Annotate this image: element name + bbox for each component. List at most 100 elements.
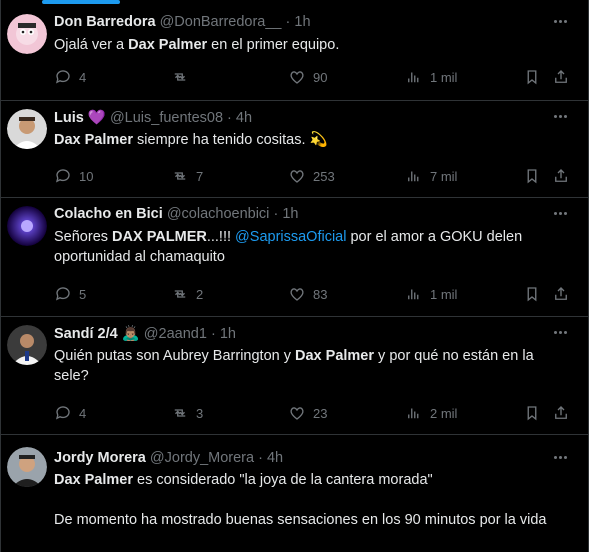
retweet-icon <box>174 409 186 417</box>
reply-count: 10 <box>79 168 94 184</box>
share-icon <box>555 287 567 300</box>
share-button[interactable] <box>552 284 570 304</box>
views-button[interactable]: 1 mil <box>405 67 457 87</box>
timestamp[interactable]: 4h <box>236 110 252 126</box>
reply-count: 5 <box>79 286 87 302</box>
share-button[interactable] <box>552 403 570 423</box>
reply-icon <box>55 406 70 420</box>
avatar[interactable] <box>7 206 47 246</box>
like-button[interactable]: 253 <box>288 166 335 186</box>
retweet-button[interactable]: 3 <box>171 403 203 423</box>
retweet-button[interactable]: 2 <box>171 284 203 304</box>
bookmark-icon <box>527 169 537 184</box>
bookmark-button[interactable] <box>523 166 541 186</box>
tweet-header: Sandí 2/4 🙇🏽‍♂️ @2aand1 · 1h <box>54 325 236 342</box>
handle[interactable]: @Luis_fuentes08 <box>110 110 223 126</box>
name-badge-heart: 💜 <box>87 110 106 126</box>
tweet-text: Ojalá ver a Dax Palmer en el primer equi… <box>54 35 554 55</box>
tweet-text-segment: Dax Palmer <box>295 348 375 364</box>
display-name[interactable]: Don Barredora <box>54 14 156 30</box>
bookmark-icon <box>527 287 537 302</box>
display-name[interactable]: Jordy Morera <box>54 450 146 466</box>
reply-button[interactable]: 5 <box>54 284 86 304</box>
tweet-2[interactable]: Colacho en Bici @colachoenbici · 1h Seño… <box>0 198 588 317</box>
views-count: 1 mil <box>430 69 458 85</box>
tweet-text: Señores DAX PALMER...!!! @SaprissaOficia… <box>54 227 554 267</box>
like-count: 23 <box>313 405 328 421</box>
views-button[interactable]: 2 mil <box>405 403 457 423</box>
tweet-header: Jordy Morera @Jordy_Morera · 4h <box>54 450 283 466</box>
timestamp[interactable]: 1h <box>220 326 236 342</box>
tweet-header: Don Barredora @DonBarredora__ · 1h <box>54 14 311 30</box>
tweet-3[interactable]: Sandí 2/4 🙇🏽‍♂️ @2aand1 · 1h Quién putas… <box>0 317 588 435</box>
more-icon[interactable] <box>554 324 574 342</box>
display-name[interactable]: Colacho en Bici <box>54 206 163 222</box>
tweet-0[interactable]: Don Barredora @DonBarredora__ · 1h Ojalá… <box>0 6 588 101</box>
share-button[interactable] <box>552 166 570 186</box>
reply-button[interactable]: 4 <box>54 403 86 423</box>
retweet-icon <box>174 73 186 81</box>
handle[interactable]: @Jordy_Morera <box>150 450 254 466</box>
retweet-count: 2 <box>196 286 204 302</box>
more-icon[interactable] <box>554 449 574 467</box>
reply-icon <box>55 169 70 183</box>
more-icon[interactable] <box>554 205 574 223</box>
tweet-4[interactable]: Jordy Morera @Jordy_Morera · 4h Dax Palm… <box>0 435 588 552</box>
like-button[interactable]: 23 <box>288 403 327 423</box>
handle[interactable]: @colachoenbici <box>167 206 270 222</box>
like-icon <box>290 407 304 420</box>
tweet-text-segment: Ojalá ver a <box>54 37 129 53</box>
action-bar: 5 2 83 1 mil <box>54 284 574 304</box>
tweet-text: Dax Palmer es considerado "la joya de la… <box>54 470 554 530</box>
like-icon <box>290 170 304 183</box>
tweet-text-segment: siempre ha tenido cositas. 💫 <box>133 132 328 148</box>
separator-dot: · <box>273 206 279 222</box>
avatar[interactable] <box>7 447 47 487</box>
like-count: 83 <box>313 286 328 302</box>
handle[interactable]: @DonBarredora__ <box>160 14 282 30</box>
more-icon[interactable] <box>554 13 574 31</box>
retweet-button[interactable]: 7 <box>171 166 203 186</box>
bookmark-button[interactable] <box>523 284 541 304</box>
bookmark-button[interactable] <box>523 403 541 423</box>
like-button[interactable]: 83 <box>288 284 327 304</box>
tweet-text-segment: Señores <box>54 229 113 245</box>
tweet-text-segment: en el primer equipo. <box>207 37 340 53</box>
avatar[interactable] <box>7 325 47 365</box>
like-button[interactable]: 90 <box>288 67 327 87</box>
more-icon[interactable] <box>554 108 574 126</box>
separator-dot: · <box>227 110 232 126</box>
reply-button[interactable]: 10 <box>54 166 93 186</box>
reply-count: 4 <box>79 69 87 85</box>
tweet-1[interactable]: Luis 💜 @Luis_fuentes08 · 4h Dax Palmer s… <box>0 101 588 198</box>
timestamp[interactable]: 1h <box>282 206 298 222</box>
avatar[interactable] <box>7 14 47 54</box>
avatar[interactable] <box>7 109 47 149</box>
tweet-text-segment: ...!!! <box>206 229 236 245</box>
share-icon <box>555 169 567 182</box>
handle[interactable]: @2aand1 <box>144 326 207 342</box>
action-bar: 10 7 253 7 mil <box>54 166 574 186</box>
views-count: 2 mil <box>430 405 458 421</box>
share-icon <box>555 406 567 419</box>
display-name[interactable]: Sandí 2/4 <box>54 326 118 342</box>
mention-link[interactable]: @SaprissaOficial <box>235 229 346 245</box>
share-button[interactable] <box>552 67 570 87</box>
like-icon <box>290 288 304 301</box>
reply-button[interactable]: 4 <box>54 67 86 87</box>
share-icon <box>555 70 567 83</box>
retweet-button[interactable] <box>171 67 196 87</box>
tweet-header: Colacho en Bici @colachoenbici · 1h <box>54 206 298 222</box>
tweet-text-segment: Dax Palmer <box>54 472 133 488</box>
timestamp[interactable]: 4h <box>267 450 283 466</box>
separator-dot: · <box>210 326 216 342</box>
views-button[interactable]: 1 mil <box>405 284 457 304</box>
retweet-count: 7 <box>196 168 204 184</box>
reply-icon <box>55 287 70 301</box>
views-button[interactable]: 7 mil <box>405 166 457 186</box>
timestamp[interactable]: 1h <box>294 14 310 30</box>
tweet-text: Dax Palmer siempre ha tenido cositas. 💫 <box>54 130 554 150</box>
action-bar: 4 3 23 2 mil <box>54 403 574 423</box>
bookmark-button[interactable] <box>523 67 541 87</box>
display-name[interactable]: Luis <box>54 110 84 126</box>
